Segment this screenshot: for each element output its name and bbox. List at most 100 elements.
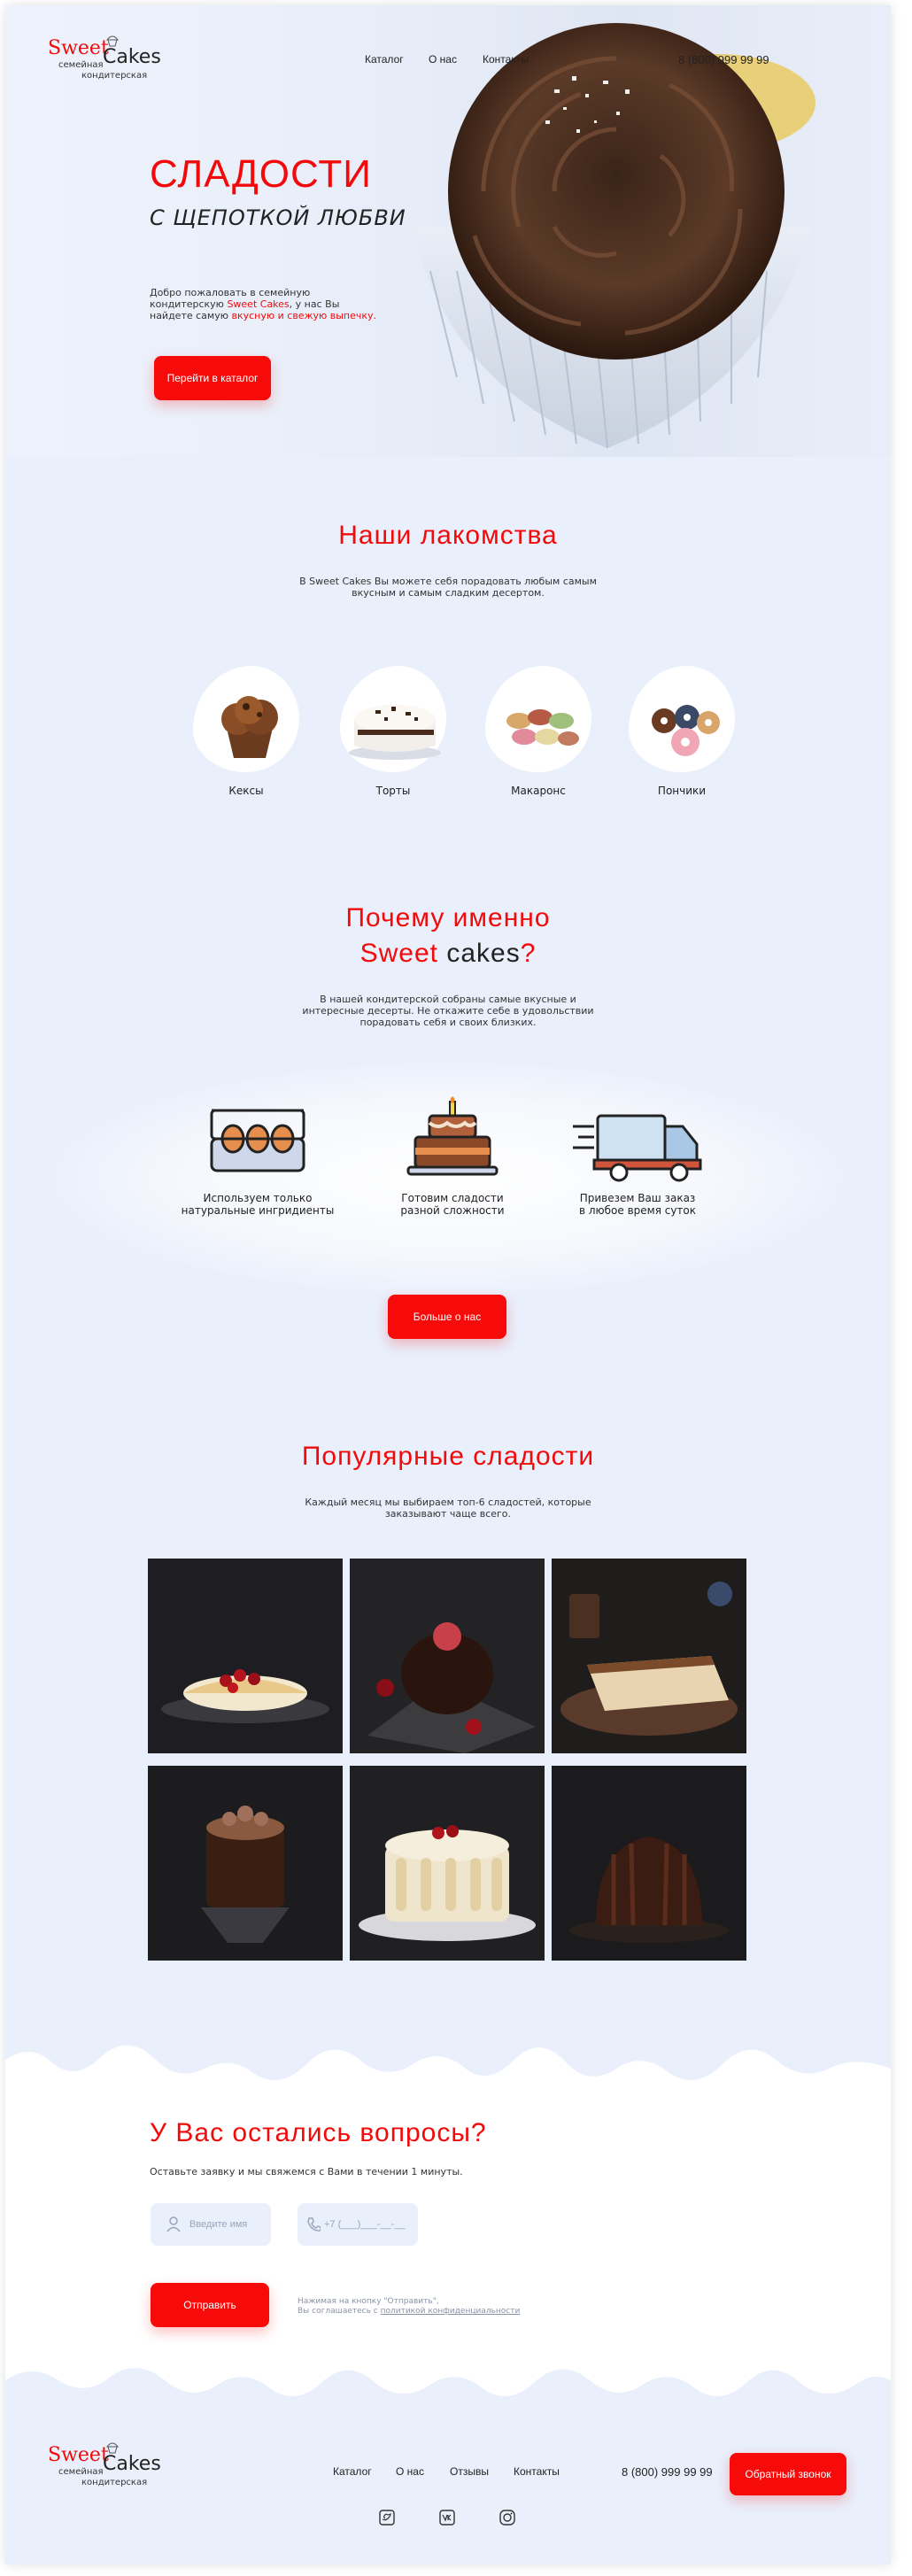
popular-item-tiramisu[interactable] <box>552 1559 746 1753</box>
treat-blob <box>193 666 299 772</box>
delivery-truck-icon <box>573 1114 702 1182</box>
why-item-line-2: разной сложности <box>400 1204 505 1217</box>
treat-item-muffins[interactable]: Кексы <box>193 666 299 797</box>
why-item-line-2: в любое время суток <box>578 1204 697 1217</box>
landing-page: Sweet Cakes семейная кондитерская Катало… <box>5 5 891 2564</box>
why-item-label: Привезем Ваш заказ в любое время суток <box>549 1192 726 1217</box>
popular-title: Популярные сладости <box>301 1442 595 1471</box>
footer-nav-contacts[interactable]: Контакты <box>514 2465 560 2478</box>
nav-catalog[interactable]: Каталог <box>365 53 404 66</box>
logo-cakes: Cakes <box>103 2453 161 2475</box>
hero-description: Добро пожаловать в семейную кондитерскую… <box>150 287 380 321</box>
why-title-cakes: cakes <box>437 939 521 968</box>
treat-label: Кексы <box>228 785 264 797</box>
cake-icon <box>349 705 441 760</box>
popular-desc-line-1: Каждый месяц мы выбираем топ-6 сладостей… <box>305 1497 591 1508</box>
popular-description: Каждый месяц мы выбираем топ-6 сладостей… <box>227 1497 669 1520</box>
callback-button[interactable]: Обратный звонок <box>730 2453 846 2495</box>
popular-item-chocolate-cake[interactable] <box>148 1766 343 1961</box>
cream-cake-photo <box>350 1766 545 1961</box>
popular-item-bundt-cake[interactable] <box>552 1766 746 1961</box>
treats-title: Наши лакомства <box>338 521 558 550</box>
why-item-line-1: Привезем Ваш заказ <box>579 1192 696 1204</box>
hero-text-line-3: найдете самую вкусную и свежую выпечку. <box>150 310 380 321</box>
why-item-line-1: Готовим сладости <box>401 1192 504 1204</box>
hero-text-2c: , у нас Вы <box>289 298 340 310</box>
hero-text-highlight: вкусную и свежую выпечку. <box>231 310 377 321</box>
consent-line-1: Нажимая на кнопку "Отправить", <box>298 2297 439 2306</box>
name-placeholder: Введите имя <box>189 2219 248 2230</box>
more-about-us-button[interactable]: Больше о нас <box>388 1295 506 1339</box>
footer-logo[interactable]: Sweet Cakes семейная кондитерская <box>48 2442 161 2488</box>
donuts-icon <box>652 705 720 756</box>
logo[interactable]: Sweet Cakes семейная кондитерская <box>48 35 161 81</box>
fondant-photo <box>350 1559 545 1753</box>
hero-text-brand: Sweet Cakes <box>227 298 290 310</box>
treat-item-macarons[interactable]: Макаронс <box>485 666 591 797</box>
popular-item-cheesecake[interactable] <box>148 1559 343 1753</box>
nav-about[interactable]: О нас <box>429 53 457 66</box>
consent-text: Нажимая на кнопку "Отправить", Вы соглаш… <box>298 2297 520 2317</box>
muffin-icon <box>221 696 278 758</box>
treat-blob <box>485 666 591 772</box>
why-item-natural: Используем только натуральные ингридиенты <box>169 1105 346 1217</box>
header-phone[interactable]: 8 (800) 999 99 99 <box>678 53 769 66</box>
popular-item-cream-cake[interactable] <box>350 1766 545 1961</box>
instagram-icon[interactable] <box>499 2510 515 2526</box>
eggs-icon <box>210 1109 305 1172</box>
nav-contacts[interactable]: Контакты <box>483 53 529 66</box>
footer-nav-catalog[interactable]: Каталог <box>333 2465 372 2478</box>
treat-blob <box>340 666 446 772</box>
footer-phone[interactable]: 8 (800) 999 99 99 <box>622 2465 713 2479</box>
why-desc-line-2: интересные десерты. Не откажите себе в у… <box>302 1005 594 1017</box>
treats-desc-line-1: В Sweet Cakes Вы можете себя порадовать … <box>299 576 597 587</box>
treat-label: Макаронс <box>511 785 566 797</box>
chocolate-cake-photo <box>148 1766 343 1961</box>
logo-subtitle-1: семейная <box>58 2467 104 2477</box>
footer-nav-reviews[interactable]: Отзывы <box>450 2465 489 2478</box>
hero-cupcake-image <box>413 23 815 449</box>
why-desc-line-3: порадовать себя и своих близких. <box>359 1017 537 1028</box>
why-item-complexity: Готовим сладости разной сложности <box>364 1096 541 1217</box>
footer-nav-about[interactable]: О нас <box>396 2465 424 2478</box>
wave-divider-top <box>5 2045 891 2095</box>
treat-item-cakes[interactable]: Торты <box>340 666 446 797</box>
cheesecake-photo <box>148 1559 343 1753</box>
hero-text-3a: найдете самую <box>150 310 232 321</box>
treat-blob <box>629 666 735 772</box>
why-title-line-1: Почему именно <box>345 903 551 932</box>
consent-prefix: Вы соглашаетесь с <box>298 2307 381 2316</box>
treats-description: В Sweet Cakes Вы можете себя порадовать … <box>227 576 669 599</box>
logo-cakes: Cakes <box>103 46 161 68</box>
why-item-label: Используем только натуральные ингридиенты <box>169 1192 346 1217</box>
user-icon <box>166 2216 181 2232</box>
why-title-question: ? <box>520 939 537 968</box>
hero-title: СЛАДОСТИ <box>150 152 372 196</box>
treat-item-donuts[interactable]: Пончики <box>629 666 735 797</box>
why-item-line-1: Используем только <box>203 1192 313 1204</box>
name-field[interactable]: Введите имя <box>151 2203 271 2246</box>
why-desc-line-1: В нашей кондитерской собраны самые вкусн… <box>320 994 576 1005</box>
privacy-policy-link[interactable]: политикой конфиденциальности <box>381 2307 521 2316</box>
why-description: В нашей кондитерской собраны самые вкусн… <box>227 994 669 1028</box>
why-item-delivery: Привезем Ваш заказ в любое время суток <box>549 1105 726 1217</box>
vk-icon[interactable] <box>439 2510 455 2526</box>
hero-text-line-2: кондитерскую Sweet Cakes, у нас Вы <box>150 298 380 310</box>
go-to-catalog-button[interactable]: Перейти в каталог <box>154 356 271 400</box>
popular-desc-line-2: заказывают чаще всего. <box>384 1508 512 1520</box>
twitter-icon[interactable] <box>379 2510 395 2526</box>
phone-field[interactable]: +7 (___)___-__-__ <box>298 2203 418 2246</box>
treat-label: Пончики <box>657 785 707 797</box>
logo-subtitle-1: семейная <box>58 60 104 70</box>
bundt-cake-photo <box>552 1766 746 1961</box>
questions-title: У Вас остались вопросы? <box>150 2118 487 2147</box>
why-item-label: Готовим сладости разной сложности <box>364 1192 541 1217</box>
submit-button[interactable]: Отправить <box>151 2283 269 2327</box>
consent-line-2: Вы соглашаетесь с политикой конфиденциал… <box>298 2307 520 2317</box>
wave-divider-bottom <box>5 2354 891 2407</box>
why-title-line-2: Sweet cakes? <box>5 939 891 969</box>
treats-desc-line-2: вкусным и самым сладким десертом. <box>352 587 545 599</box>
questions-description: Оставьте заявку и мы свяжемся с Вами в т… <box>150 2166 463 2178</box>
phone-placeholder: +7 (___)___-__-__ <box>324 2219 406 2230</box>
popular-item-chocolate-fondant[interactable] <box>350 1559 545 1753</box>
